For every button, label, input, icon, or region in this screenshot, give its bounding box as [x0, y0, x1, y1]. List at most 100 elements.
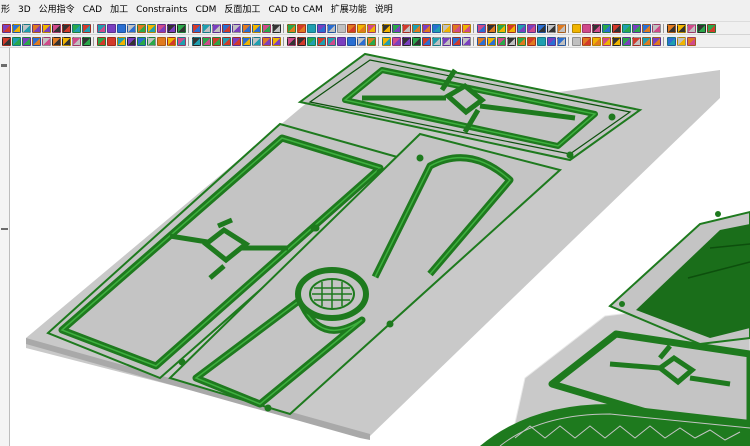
dimension-icon[interactable] — [486, 36, 496, 46]
menu-item-cad[interactable]: CAD — [79, 0, 106, 21]
polyline-icon[interactable] — [166, 36, 176, 46]
circle-icon[interactable] — [401, 36, 411, 46]
circle-icon[interactable] — [271, 36, 281, 46]
panel-arrow-icon[interactable] — [1, 64, 7, 67]
trim-icon[interactable] — [176, 36, 186, 46]
settings-icon[interactable] — [286, 23, 296, 33]
save-icon[interactable] — [11, 23, 21, 33]
menu-item-machining[interactable]: 加工 — [106, 0, 132, 21]
offset-icon[interactable] — [571, 36, 581, 46]
select-icon[interactable] — [506, 23, 516, 33]
line-icon[interactable] — [1, 36, 11, 46]
arc-icon[interactable] — [261, 36, 271, 46]
zoom-icon[interactable] — [326, 23, 336, 33]
fillet-icon[interactable] — [621, 36, 631, 46]
fillet-icon[interactable] — [496, 36, 506, 46]
arc-icon[interactable] — [11, 36, 21, 46]
menu-item-shape[interactable]: 形 — [0, 0, 14, 21]
undo-icon[interactable] — [611, 23, 621, 33]
rect-icon[interactable] — [536, 36, 546, 46]
array-icon[interactable] — [81, 36, 91, 46]
polyline-icon[interactable] — [421, 36, 431, 46]
layer-icon[interactable] — [366, 23, 376, 33]
measure-icon[interactable] — [696, 23, 706, 33]
left-side-panel[interactable] — [0, 48, 10, 446]
measure-icon[interactable] — [546, 23, 556, 33]
save-icon[interactable] — [156, 23, 166, 33]
undo-icon[interactable] — [166, 23, 176, 33]
grid-icon[interactable] — [241, 23, 251, 33]
view-icon[interactable] — [116, 23, 126, 33]
rect-icon[interactable] — [411, 36, 421, 46]
open-icon[interactable] — [591, 23, 601, 33]
polyline-icon[interactable] — [676, 36, 686, 46]
menu-item-reverse-machining[interactable]: 反面加工 — [220, 0, 264, 21]
pan-icon[interactable] — [486, 23, 496, 33]
polyline-icon[interactable] — [41, 36, 51, 46]
text-icon[interactable] — [346, 36, 356, 46]
settings-icon[interactable] — [431, 23, 441, 33]
grid-icon[interactable] — [686, 23, 696, 33]
render-icon[interactable] — [126, 23, 136, 33]
offset-icon[interactable] — [441, 36, 451, 46]
mirror-icon[interactable] — [201, 36, 211, 46]
rotate-icon[interactable] — [641, 23, 651, 33]
menu-item-cad-to-cam[interactable]: CAD to CAM — [264, 0, 326, 21]
undo-icon[interactable] — [461, 23, 471, 33]
array-icon[interactable] — [336, 36, 346, 46]
mirror-icon[interactable] — [581, 36, 591, 46]
snap-icon[interactable] — [381, 23, 391, 33]
mirror-icon[interactable] — [71, 36, 81, 46]
panel-splitter-handle[interactable] — [1, 228, 8, 230]
line-icon[interactable] — [506, 36, 516, 46]
fillet-icon[interactable] — [116, 36, 126, 46]
arc-icon[interactable] — [136, 36, 146, 46]
layer-icon[interactable] — [71, 23, 81, 33]
array-icon[interactable] — [461, 36, 471, 46]
dimension-icon[interactable] — [231, 36, 241, 46]
dimension-icon[interactable] — [356, 36, 366, 46]
arc-icon[interactable] — [391, 36, 401, 46]
pan-icon[interactable] — [191, 23, 201, 33]
render-icon[interactable] — [271, 23, 281, 33]
offset-icon[interactable] — [316, 36, 326, 46]
polyline-icon[interactable] — [546, 36, 556, 46]
open-icon[interactable] — [146, 23, 156, 33]
circle-icon[interactable] — [21, 36, 31, 46]
menu-item-extensions[interactable]: 扩展功能 — [327, 0, 371, 21]
view-icon[interactable] — [411, 23, 421, 33]
zoom-icon[interactable] — [621, 23, 631, 33]
rotate-icon[interactable] — [51, 23, 61, 33]
text-icon[interactable] — [476, 36, 486, 46]
view-icon[interactable] — [261, 23, 271, 33]
menu-item-common-commands[interactable]: 公用指令 — [35, 0, 79, 21]
menu-item-help[interactable]: 说明 — [371, 0, 397, 21]
pan-icon[interactable] — [41, 23, 51, 33]
text-icon[interactable] — [96, 36, 106, 46]
layer-icon[interactable] — [221, 23, 231, 33]
dimension-icon[interactable] — [106, 36, 116, 46]
measure-icon[interactable] — [106, 23, 116, 33]
view-icon[interactable] — [556, 23, 566, 33]
grid-icon[interactable] — [391, 23, 401, 33]
measure-icon[interactable] — [251, 23, 261, 33]
open-icon[interactable] — [441, 23, 451, 33]
3d-viewport[interactable] — [10, 48, 750, 446]
viewport-canvas[interactable] — [10, 48, 750, 446]
measure-icon[interactable] — [401, 23, 411, 33]
text-icon[interactable] — [601, 36, 611, 46]
rotate-icon[interactable] — [346, 23, 356, 33]
line-icon[interactable] — [631, 36, 641, 46]
fillet-icon[interactable] — [241, 36, 251, 46]
arc-icon[interactable] — [641, 36, 651, 46]
menu-item-3d[interactable]: 3D — [14, 0, 35, 21]
polyline-icon[interactable] — [296, 36, 306, 46]
settings-icon[interactable] — [136, 23, 146, 33]
save-icon[interactable] — [601, 23, 611, 33]
layer-icon[interactable] — [516, 23, 526, 33]
trim-icon[interactable] — [306, 36, 316, 46]
circle-icon[interactable] — [526, 36, 536, 46]
trim-icon[interactable] — [51, 36, 61, 46]
layer-icon[interactable] — [666, 23, 676, 33]
circle-icon[interactable] — [146, 36, 156, 46]
